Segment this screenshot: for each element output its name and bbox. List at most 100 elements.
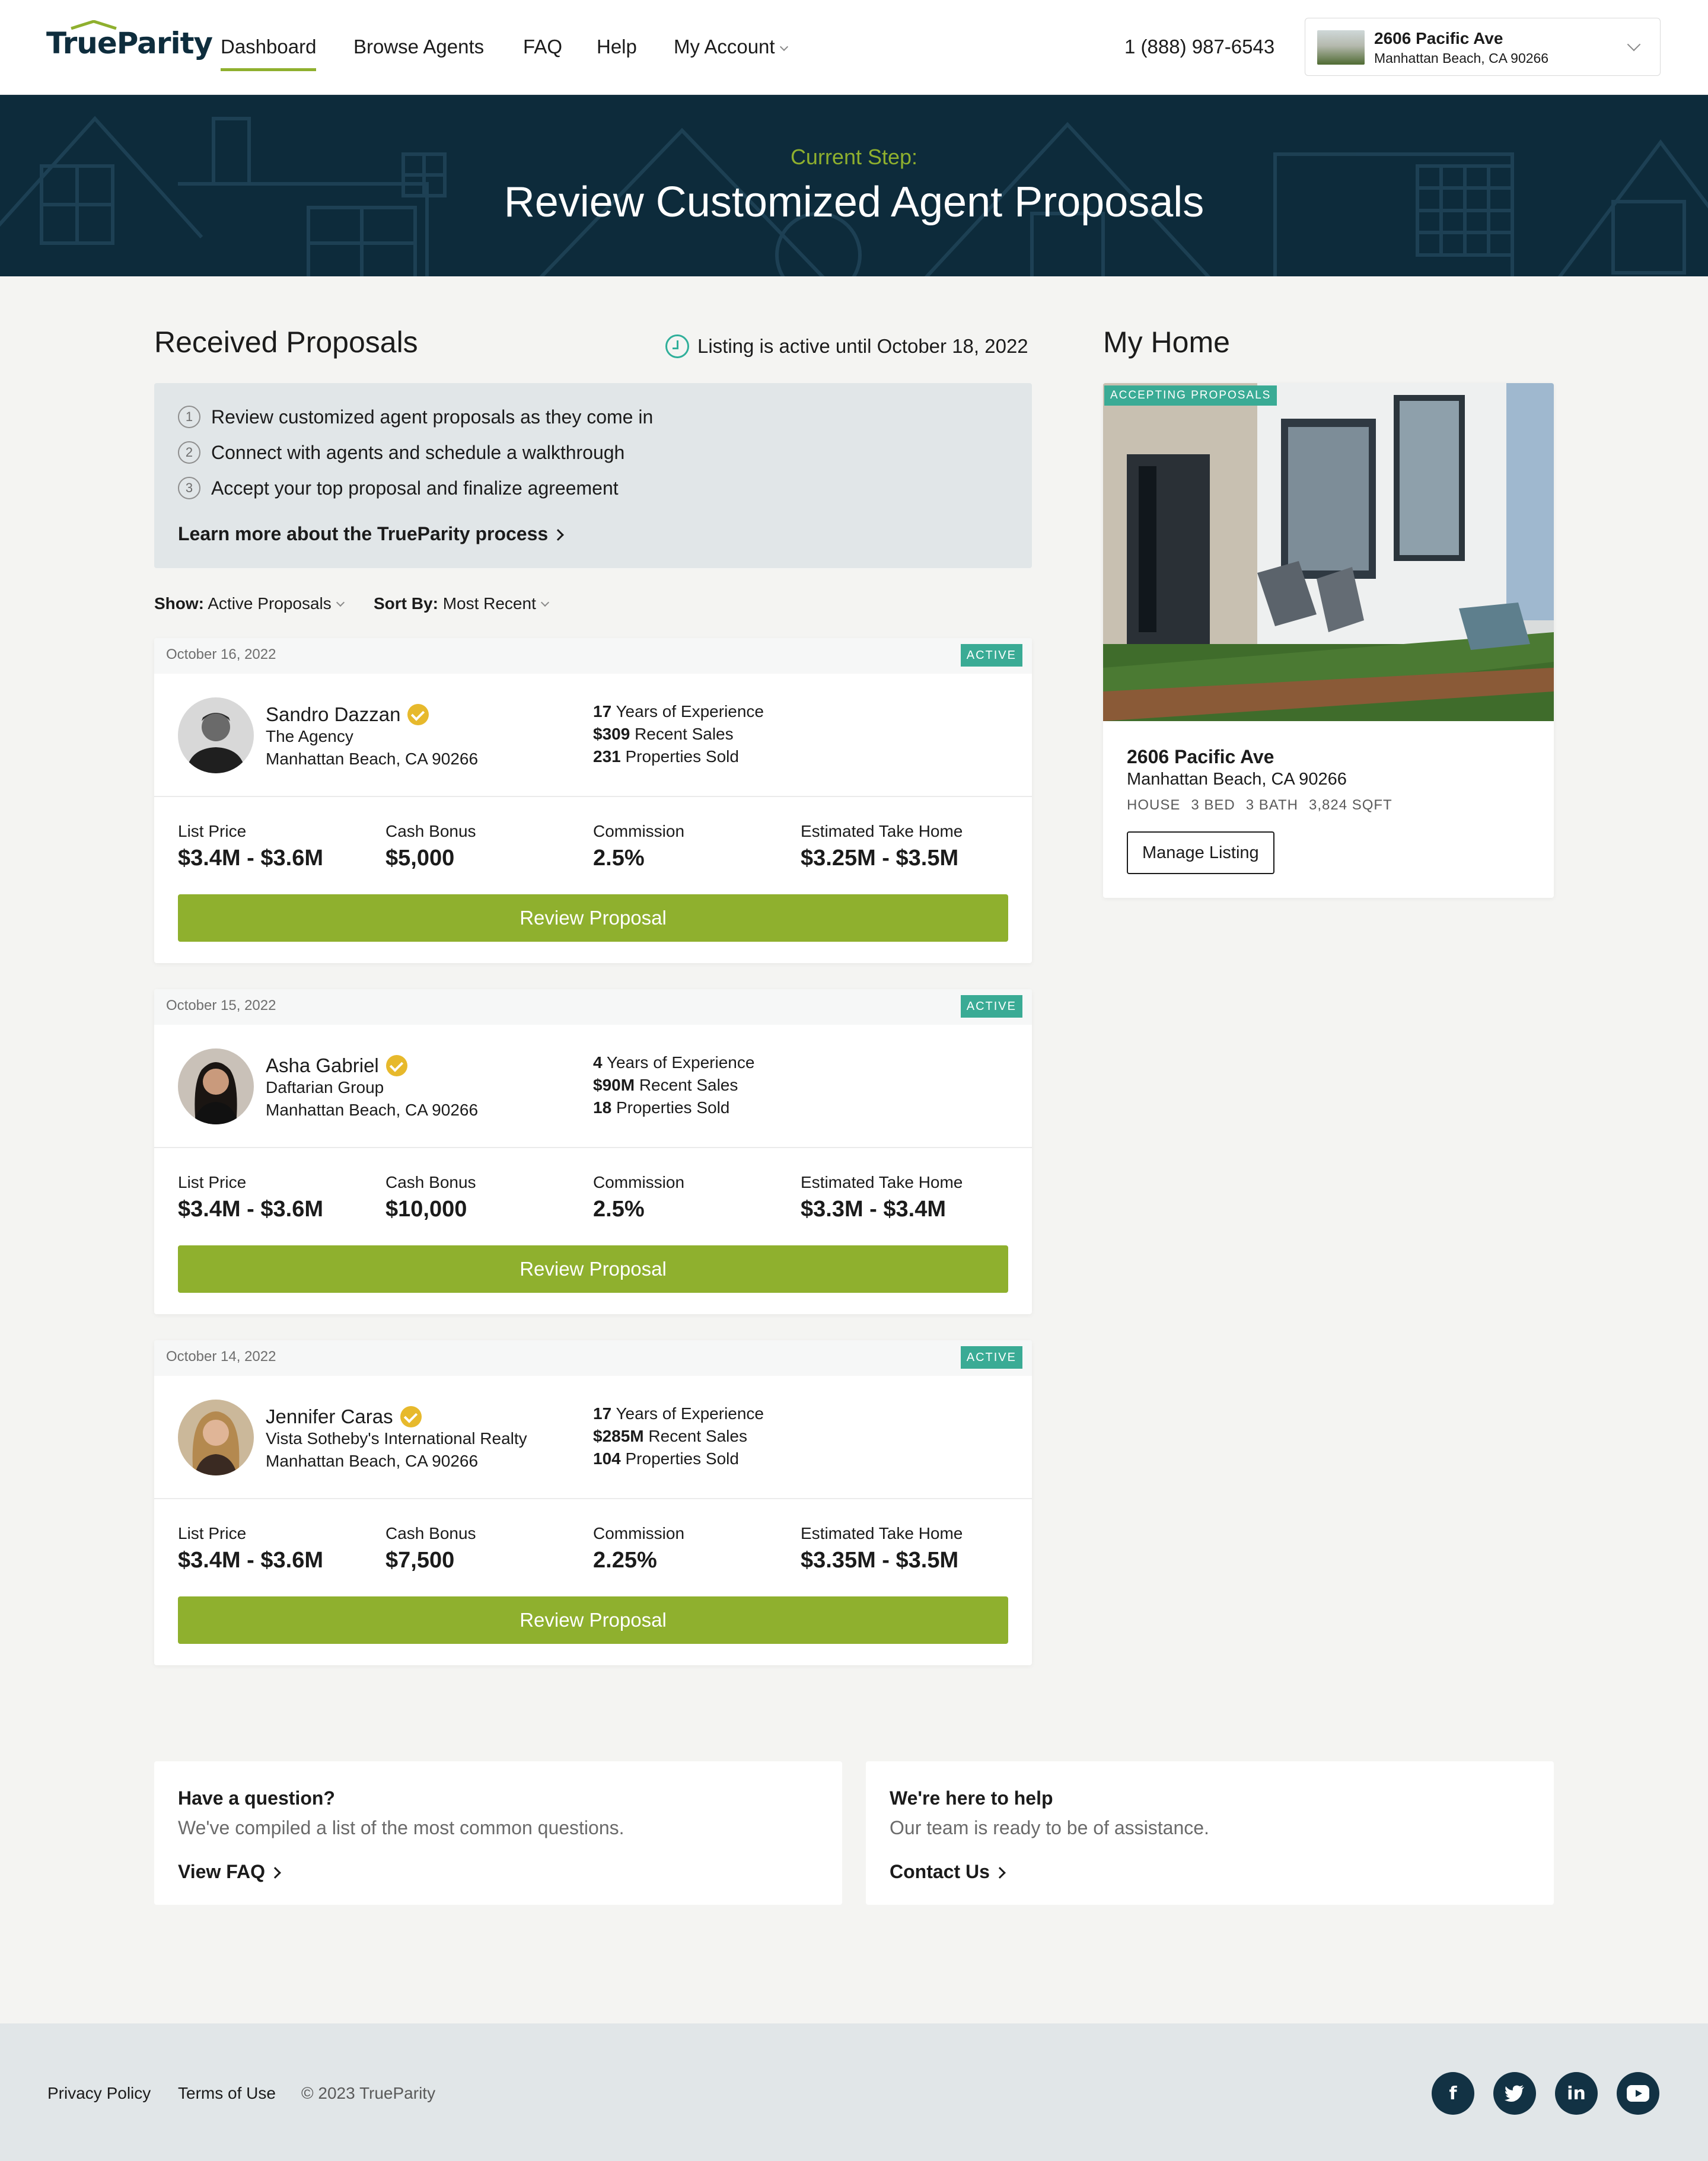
agent-name-text: Asha Gabriel: [266, 1054, 379, 1076]
nav-my-account-label: My Account: [674, 36, 775, 58]
hero-title: Review Customized Agent Proposals: [504, 179, 1204, 226]
agent-properties-sold: 104 Properties Sold: [593, 1449, 739, 1468]
step-item: 1 Review customized agent proposals as t…: [178, 406, 653, 428]
sort-label: Sort By:: [374, 594, 438, 613]
footer: Privacy Policy Terms of Use © 2023 TrueP…: [0, 2023, 1708, 2161]
hero-banner: Current Step: Review Customized Agent Pr…: [0, 95, 1708, 276]
list-price-label: List Price: [178, 1524, 247, 1542]
listing-active-text: Listing is active until October 18, 2022: [697, 335, 1028, 357]
contact-us-link[interactable]: Contact Us: [890, 1861, 1006, 1883]
address-selector[interactable]: 2606 Pacific Ave Manhattan Beach, CA 902…: [1305, 18, 1661, 76]
take-home-label: Estimated Take Home: [801, 1173, 963, 1191]
take-home-value: $3.25M - $3.5M: [801, 846, 959, 871]
nav-browse-agents[interactable]: Browse Agents: [353, 36, 484, 58]
sort-dropdown[interactable]: Sort By: Most Recent: [374, 594, 549, 613]
experience-label: Years of Experience: [616, 1404, 764, 1423]
hero-kicker: Current Step:: [790, 145, 918, 169]
commission-label: Commission: [593, 1173, 685, 1191]
step-text: Review customized agent proposals as the…: [211, 406, 654, 428]
chevron-down-icon: [540, 598, 549, 607]
received-proposals-heading: Received Proposals: [154, 326, 418, 359]
cash-bonus-value: $5,000: [385, 846, 455, 871]
facebook-icon[interactable]: f: [1432, 2072, 1474, 2115]
agent-name[interactable]: Asha Gabriel: [266, 1054, 407, 1077]
linkedin-icon[interactable]: in: [1555, 2072, 1598, 2115]
commission-label: Commission: [593, 1524, 685, 1542]
take-home-value: $3.3M - $3.4M: [801, 1197, 946, 1222]
sold-value: 104: [593, 1449, 621, 1468]
twitter-icon[interactable]: [1493, 2072, 1536, 2115]
nav-help[interactable]: Help: [597, 36, 637, 58]
cash-bonus-value: $10,000: [385, 1197, 467, 1222]
sold-value: 18: [593, 1098, 612, 1117]
home-photo[interactable]: [1103, 383, 1554, 721]
agent-location: Manhattan Beach, CA 90266: [266, 1101, 479, 1119]
agent-name[interactable]: Jennifer Caras: [266, 1405, 422, 1428]
agent-experience: 17 Years of Experience: [593, 702, 764, 721]
chevron-down-icon: [779, 42, 788, 52]
step-number: 3: [178, 477, 200, 499]
address-title: 2606 Pacific Ave: [1374, 29, 1503, 47]
cash-bonus-label: Cash Bonus: [385, 822, 476, 840]
card-header: October 15, 2022 ACTIVE: [154, 989, 1032, 1025]
manage-listing-button[interactable]: Manage Listing: [1127, 831, 1274, 874]
agent-properties-sold: 231 Properties Sold: [593, 747, 739, 766]
learn-more-link[interactable]: Learn more about the TrueParity process: [178, 523, 565, 545]
agent-avatar[interactable]: [178, 1400, 254, 1475]
review-proposal-button[interactable]: Review Proposal: [178, 894, 1008, 942]
review-proposal-button[interactable]: Review Proposal: [178, 1596, 1008, 1644]
take-home-label: Estimated Take Home: [801, 822, 963, 840]
agent-name[interactable]: Sandro Dazzan: [266, 703, 429, 726]
card-header: October 16, 2022 ACTIVE: [154, 638, 1032, 674]
agent-recent-sales: $285M Recent Sales: [593, 1427, 747, 1446]
privacy-policy-link[interactable]: Privacy Policy: [47, 2084, 151, 2103]
step-item: 2 Connect with agents and schedule a wal…: [178, 441, 624, 464]
agent-avatar[interactable]: [178, 1048, 254, 1124]
home-type: HOUSE: [1127, 797, 1181, 813]
agent-avatar[interactable]: [178, 697, 254, 773]
contact-us-label: Contact Us: [890, 1861, 990, 1882]
nav-dashboard[interactable]: Dashboard: [221, 36, 317, 71]
accepting-proposals-badge: ACCEPTING PROPOSALS: [1104, 385, 1277, 406]
show-filter-dropdown[interactable]: Show: Active Proposals: [154, 594, 345, 613]
sold-value: 231: [593, 747, 621, 766]
step-number: 2: [178, 441, 200, 464]
card-divider: [154, 1147, 1032, 1148]
home-thumbnail: [1317, 30, 1365, 65]
verified-badge-icon: [407, 704, 429, 725]
nav-my-account[interactable]: My Account: [674, 36, 788, 58]
home-address-sub: Manhattan Beach, CA 90266: [1127, 770, 1347, 789]
nav-faq[interactable]: FAQ: [523, 36, 562, 58]
copyright: © 2023 TrueParity: [301, 2084, 436, 2102]
view-faq-link[interactable]: View FAQ: [178, 1861, 281, 1883]
card-divider: [154, 796, 1032, 797]
sales-label: Recent Sales: [648, 1427, 747, 1445]
proposal-date: October 14, 2022: [166, 1349, 276, 1365]
terms-of-use-link[interactable]: Terms of Use: [178, 2084, 276, 2103]
review-proposal-button[interactable]: Review Proposal: [178, 1245, 1008, 1293]
step-number: 1: [178, 406, 200, 428]
agent-recent-sales: $309 Recent Sales: [593, 725, 734, 744]
commission-value: 2.5%: [593, 846, 645, 871]
youtube-icon[interactable]: [1617, 2072, 1659, 2115]
chevron-right-icon: [994, 1867, 1006, 1879]
faq-card: Have a question? We've compiled a list o…: [154, 1761, 842, 1905]
experience-value: 17: [593, 702, 612, 721]
sold-label: Properties Sold: [625, 747, 739, 766]
process-steps-box: 1 Review customized agent proposals as t…: [154, 383, 1032, 568]
step-item: 3 Accept your top proposal and finalize …: [178, 477, 619, 499]
proposal-card: October 14, 2022 ACTIVE Jennifer Caras V…: [154, 1340, 1032, 1665]
experience-label: Years of Experience: [616, 702, 764, 721]
chevron-right-icon: [552, 529, 565, 541]
home-baths: 3 BATH: [1245, 797, 1298, 813]
sales-value: $90M: [593, 1076, 635, 1094]
list-price-value: $3.4M - $3.6M: [178, 846, 323, 871]
proposal-card: October 16, 2022 ACTIVE Sandro Dazzan Th…: [154, 638, 1032, 963]
phone-number[interactable]: 1 (888) 987-6543: [1124, 36, 1274, 58]
take-home-value: $3.35M - $3.5M: [801, 1548, 959, 1573]
logo[interactable]: TrueParity: [46, 26, 213, 60]
proposal-date: October 16, 2022: [166, 646, 276, 662]
list-price-value: $3.4M - $3.6M: [178, 1548, 323, 1573]
verified-badge-icon: [400, 1406, 422, 1427]
sales-value: $285M: [593, 1427, 644, 1445]
